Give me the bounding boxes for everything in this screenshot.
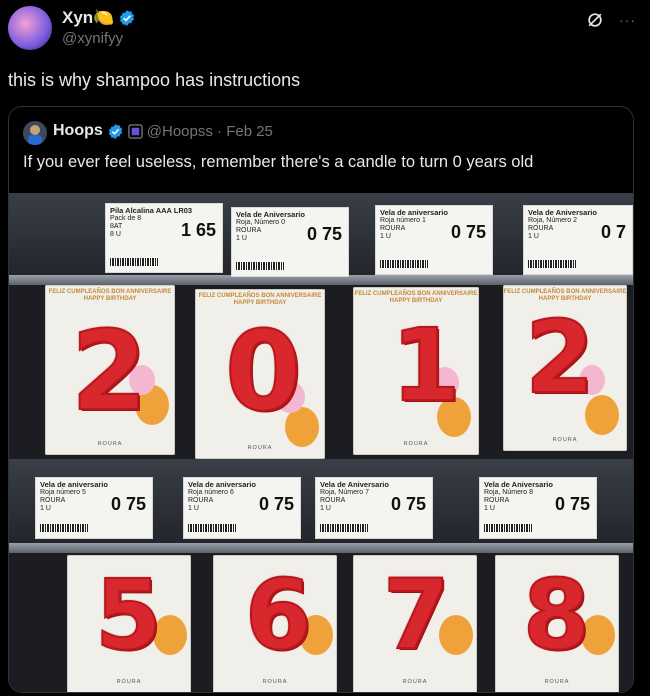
barcode (110, 258, 158, 266)
pack-brand: ROURA (552, 437, 578, 443)
pack-brand: ROURA (262, 679, 288, 685)
quote-display-name[interactable]: Hoops (53, 122, 103, 140)
quote-text: If you ever feel useless, remember there… (23, 153, 534, 171)
quote-author-avatar[interactable] (23, 121, 47, 145)
price-tag-title: Vela de Aniversario (320, 480, 389, 489)
price-tag: Vela de Aniversario Roja, Número 2 ROURA… (523, 205, 633, 275)
author-handle[interactable]: @xynifyy (62, 30, 123, 47)
price-tag-title: Vela de aniversario (40, 480, 108, 489)
price-tag: Vela de Aniversario Roja, Número 0 ROURA… (231, 207, 349, 277)
quote-name-row: Hoops @Hoopss · Feb 25 (53, 122, 273, 140)
pack-brand: ROURA (97, 441, 123, 447)
post-actions: ··· (585, 10, 636, 30)
price-tag: Vela de Aniversario Roja, Número 7 ROURA… (315, 477, 433, 539)
verified-badge-icon (120, 10, 135, 26)
pack-banner: FELIZ CUMPLEAÑOS BON ANNIVERSAIRE HAPPY … (48, 289, 172, 302)
price-tag-price: 0 75 (306, 224, 342, 244)
candle-digit: 7 (382, 558, 451, 672)
candle-pack: FELIZ CUMPLEAÑOS BON ANNIVERSAIRE HAPPY … (195, 289, 325, 459)
candle-digit: 5 (94, 558, 163, 672)
candle-digit: 0 (224, 306, 303, 436)
price-tag: Vela de aniversario Roja número 5 ROURA … (35, 477, 153, 539)
candle-pack: 7 ROURA (353, 555, 477, 692)
pack-brand: ROURA (247, 445, 273, 451)
quote-photo[interactable]: Pila Alcalina AAA LR03 Pack de 8 8AT 8 U… (9, 193, 633, 692)
pack-banner: FELIZ CUMPLEAÑOS BON ANNIVERSAIRE HAPPY … (354, 291, 478, 304)
candle-digit: 2 (524, 298, 596, 417)
pack-brand: ROURA (116, 679, 142, 685)
barcode (40, 524, 88, 532)
quote-handle-date[interactable]: @Hoopss · Feb 25 (147, 123, 273, 140)
price-tag-title: Vela de Aniversario (484, 480, 553, 489)
candle-digit: 8 (522, 558, 591, 672)
avatar-image (23, 121, 47, 145)
candle-pack: FELIZ CUMPLEAÑOS BON ANNIVERSAIRE HAPPY … (353, 287, 479, 455)
barcode (188, 524, 236, 532)
candle-pack: FELIZ CUMPLEAÑOS BON ANNIVERSAIRE HAPPY … (45, 285, 175, 455)
barcode (236, 262, 284, 270)
price-tag-title: Vela de aniversario (380, 208, 448, 217)
author-name-row[interactable]: Xyn🍋 (62, 8, 136, 28)
candle-digit: 1 (390, 306, 462, 425)
post-text: this is why shampoo has instructions (8, 70, 301, 90)
pack-brand: ROURA (402, 679, 428, 685)
price-tag-price: 0 75 (554, 494, 590, 514)
price-tag: Vela de aniversario Roja número 6 ROURA … (183, 477, 301, 539)
more-options-icon[interactable]: ··· (619, 12, 636, 28)
price-tag: Vela de aniversario Roja número 1 ROURA … (375, 205, 493, 275)
barcode (528, 260, 576, 268)
post: Xyn🍋 @xynifyy ··· this is why shampoo ha… (0, 0, 650, 696)
barcode (380, 260, 428, 268)
grok-icon[interactable] (585, 10, 605, 30)
barcode (320, 524, 368, 532)
candle-pack: 5 ROURA (67, 555, 191, 692)
candle-pack: 6 ROURA (213, 555, 337, 692)
price-tag: Vela de Aniversario Roja, Número 8 ROURA… (479, 477, 597, 539)
barcode (484, 524, 532, 532)
pack-brand: ROURA (544, 679, 570, 685)
verified-badge-icon (108, 123, 122, 139)
price-tag: Pila Alcalina AAA LR03 Pack de 8 8AT 8 U… (105, 203, 223, 273)
price-tag-title: Vela de Aniversario (528, 208, 597, 217)
author-display-name[interactable]: Xyn🍋 (62, 8, 114, 28)
price-tag-price: 1 65 (180, 220, 216, 240)
candle-pack: 8 ROURA (495, 555, 619, 692)
price-tag-title: Vela de Aniversario (236, 210, 305, 219)
price-tag-price: 0 75 (258, 494, 294, 514)
price-tag-price: 0 75 (110, 494, 146, 514)
price-tag-title: Pila Alcalina AAA LR03 (110, 206, 193, 215)
candle-digit: 2 (70, 306, 149, 436)
author-avatar[interactable] (8, 6, 52, 50)
price-tag-price: 0 7 (600, 222, 626, 242)
lower-shelf-rail (9, 543, 633, 553)
affiliate-badge-icon (128, 123, 143, 139)
pack-brand: ROURA (403, 441, 429, 447)
candle-digit: 6 (244, 558, 313, 672)
pack-banner: FELIZ CUMPLEAÑOS BON ANNIVERSAIRE HAPPY … (198, 293, 322, 306)
price-tag-title: Vela de aniversario (188, 480, 256, 489)
quoted-post[interactable]: Hoops @Hoopss · Feb 25 If you ever feel … (8, 106, 634, 693)
price-tag-price: 0 75 (390, 494, 426, 514)
price-tag-price: 0 75 (450, 222, 486, 242)
candle-pack: FELIZ CUMPLEAÑOS BON ANNIVERSAIRE HAPPY … (503, 285, 627, 451)
